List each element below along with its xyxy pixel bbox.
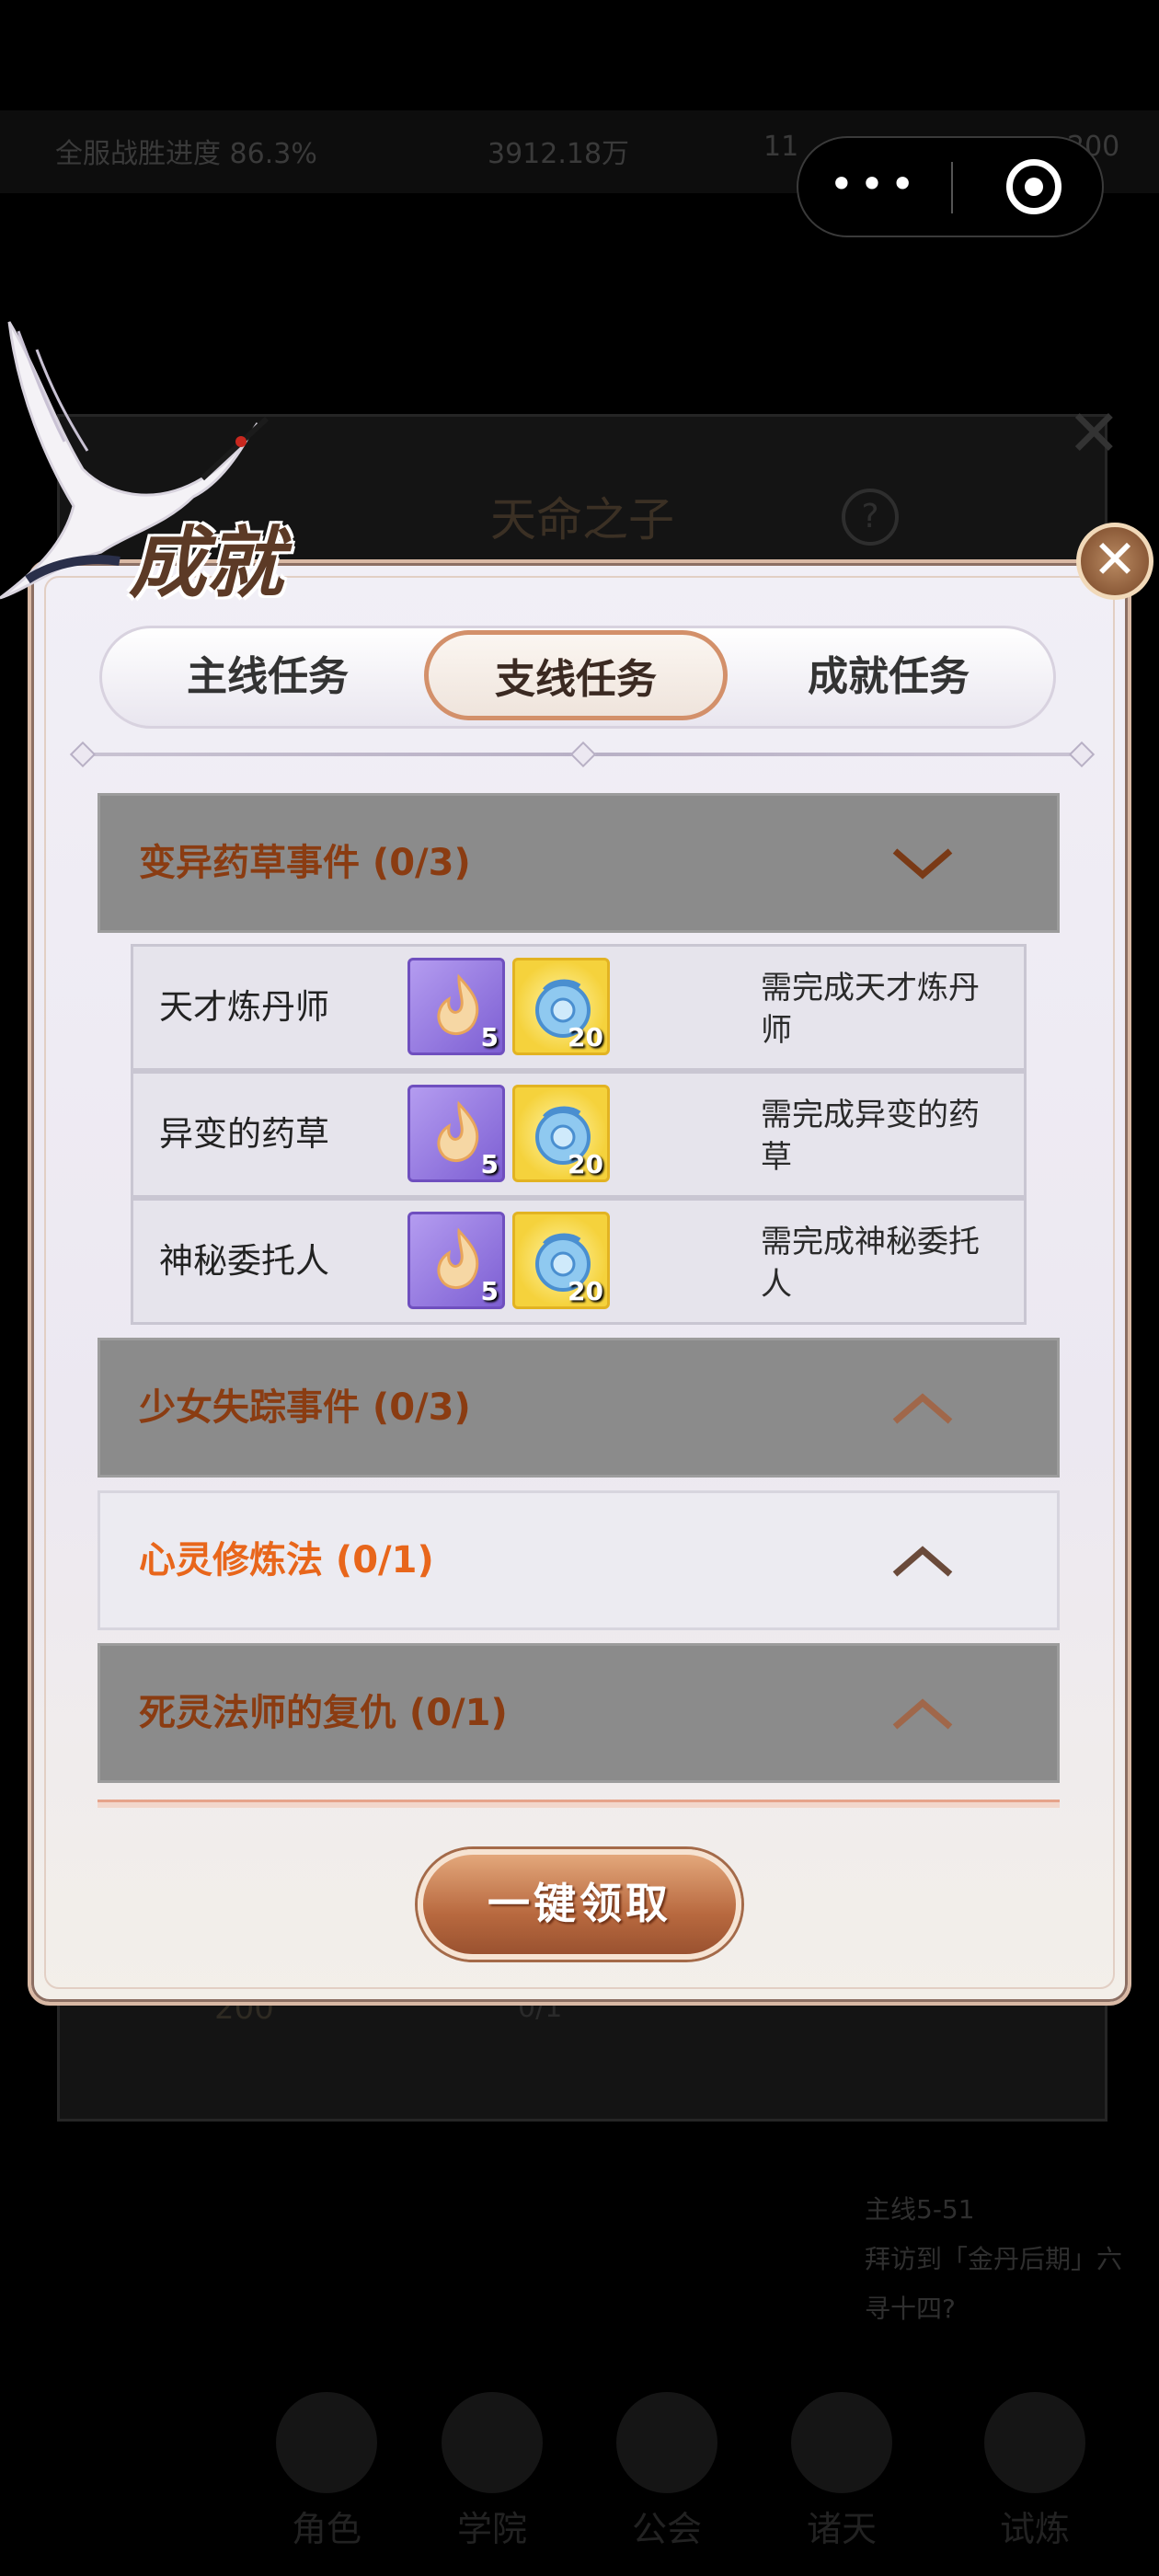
category-name: 死灵法师的复仇 (0/1) — [139, 1692, 508, 1734]
nav-item: 公会 — [598, 2392, 736, 2567]
category-header[interactable]: 少女失踪事件 (0/3) — [98, 1338, 1060, 1478]
category-name: 心灵修炼法 (0/1) — [139, 1539, 434, 1581]
category-name: 少女失踪事件 (0/3) — [139, 1386, 471, 1429]
close-icon[interactable]: ✕ — [1076, 523, 1153, 600]
task-row: 天才炼丹师 5 20 需完成天才炼丹师 — [131, 944, 1027, 1071]
task-requirement: 需完成异变的药草 — [761, 1097, 980, 1176]
next-category-edge — [98, 1800, 1060, 1808]
currency-text: 3912.18万 — [488, 138, 630, 170]
reward-item[interactable]: 20 — [512, 958, 610, 1055]
background-quest-tracker: 主线5-51 拜访到「金丹后期」六 寻十四? — [865, 2190, 1159, 2374]
progress-text: 全服战胜进度 86.3% — [55, 138, 317, 170]
task-name: 天才炼丹师 — [159, 987, 329, 1027]
category-name: 变异药草事件 (0/3) — [139, 842, 471, 884]
reward-item[interactable]: 5 — [407, 958, 505, 1055]
category-header[interactable]: 心灵修炼法 (0/1) — [98, 1490, 1060, 1630]
reward-item[interactable]: 20 — [512, 1212, 610, 1309]
nav-item: 角色 — [258, 2392, 396, 2567]
reward-item[interactable]: 5 — [407, 1212, 505, 1309]
reward-count: 20 — [568, 1022, 603, 1052]
help-icon: ? — [842, 489, 899, 546]
task-row: 神秘委托人 5 20 需完成神秘委托人 — [131, 1198, 1027, 1325]
nav-item: 诸天 — [773, 2392, 911, 2567]
more-icon[interactable]: ••• — [798, 138, 951, 236]
category-header[interactable]: 死灵法师的复仇 (0/1) — [98, 1643, 1060, 1783]
task-requirement: 需完成神秘委托人 — [761, 1224, 980, 1303]
chevron-up-icon — [892, 1546, 953, 1577]
reward-item[interactable]: 20 — [512, 1085, 610, 1182]
background-bottom-nav: 角色 学院 公会 诸天 试炼 — [0, 2392, 1159, 2576]
task-name: 异变的药草 — [159, 1114, 329, 1154]
capsule-divider — [951, 162, 953, 213]
quest-line: 拜访到「金丹后期」六 — [865, 2244, 1123, 2274]
background-close-icon: ✕ — [1067, 396, 1121, 471]
count-text: 11 — [763, 131, 799, 163]
nav-item: 学院 — [423, 2392, 561, 2567]
quest-line: 主线5-51 — [865, 2194, 975, 2225]
chevron-down-icon — [892, 848, 953, 880]
reward-count: 20 — [568, 1276, 603, 1306]
reward-count: 20 — [568, 1149, 603, 1179]
panel-title: 成就 — [129, 517, 284, 608]
tab-achievement-quest[interactable]: 成就任务 — [737, 628, 1040, 726]
category-header[interactable]: 变异药草事件 (0/3) — [98, 793, 1060, 933]
task-requirement: 需完成天才炼丹师 — [761, 970, 980, 1049]
tab-bar: 主线任务 支线任务 成就任务 — [99, 626, 1056, 729]
tab-side-quest[interactable]: 支线任务 — [424, 630, 728, 720]
tab-main-quest[interactable]: 主线任务 — [120, 628, 415, 726]
reward-count: 5 — [480, 1276, 499, 1306]
divider — [69, 741, 1096, 768]
task-name: 神秘委托人 — [159, 1241, 329, 1281]
reward-count: 5 — [480, 1149, 499, 1179]
reward-count: 5 — [480, 1022, 499, 1052]
nav-item: 试炼 — [966, 2392, 1104, 2567]
reward-item[interactable]: 5 — [407, 1085, 505, 1182]
close-miniprogram-icon[interactable] — [1006, 159, 1061, 214]
quest-line: 寻十四? — [865, 2294, 956, 2324]
quest-list: 变异药草事件 (0/3) 天才炼丹师 5 20 需完成天才炼丹师 异变的药草 5… — [98, 791, 1060, 1808]
chevron-up-icon — [892, 1698, 953, 1730]
task-row: 异变的药草 5 20 需完成异变的药草 — [131, 1071, 1027, 1198]
chevron-up-icon — [892, 1393, 953, 1424]
miniprogram-capsule: ••• — [797, 136, 1104, 237]
claim-all-button[interactable]: 一键领取 — [418, 1849, 741, 1960]
